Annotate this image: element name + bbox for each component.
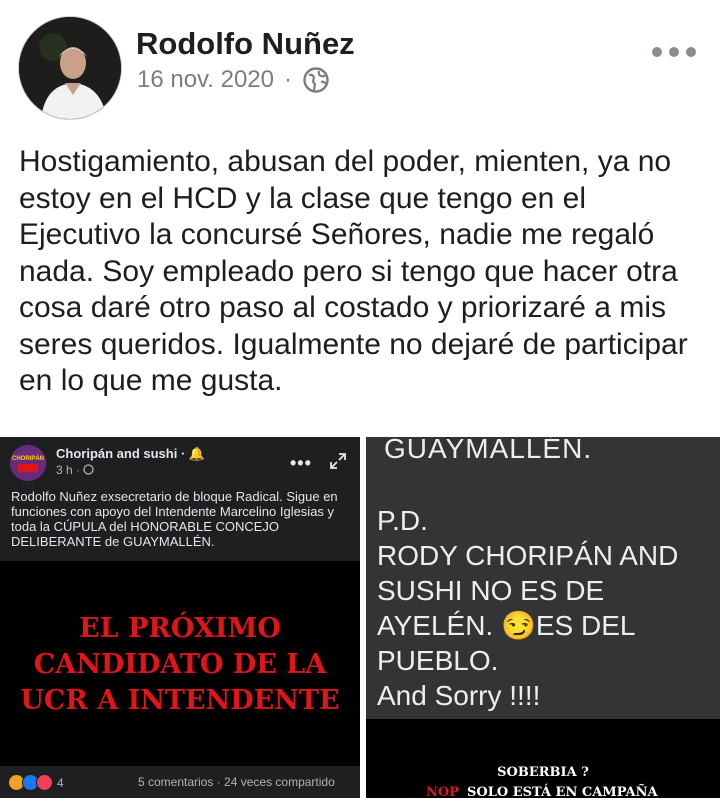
inner-graphic: EL PRÓXIMO CANDIDATO DE LA UCR A INTENDE… bbox=[0, 561, 360, 766]
avatar[interactable] bbox=[18, 16, 122, 120]
headline-line: UCR A INTENDENTE bbox=[20, 685, 340, 716]
author-name[interactable]: Rodolfo Nuñez bbox=[136, 26, 355, 62]
shared-caption: Rodolfo Nuñez exsecretario de bloque Rad… bbox=[11, 489, 338, 549]
bottom-line-2-text: SOLO ESTÁ EN CAMPAÑA bbox=[466, 785, 658, 798]
page-time: 3 h · bbox=[56, 463, 95, 477]
right-body-text: P.D. RODY CHORIPÁN AND SUSHI NO ES DE AY… bbox=[377, 505, 679, 711]
headline-line: EL PRÓXIMO bbox=[79, 613, 281, 644]
page-logo-icon: CHORIPÁN bbox=[10, 445, 46, 481]
post-text: Hostigamiento, abusan del poder, mienten… bbox=[19, 145, 688, 397]
post-date[interactable]: 16 nov. 2020 bbox=[137, 66, 274, 94]
headline: EL PRÓXIMO CANDIDATO DE LA UCR A INTENDE… bbox=[0, 611, 360, 719]
page-name[interactable]: Choripán and sushi · 🔔 bbox=[56, 446, 205, 462]
post-stats[interactable]: 5 comentarios · 24 veces compartido bbox=[138, 775, 335, 789]
right-bottom-graphic: SOBERBIA ? NOP SOLO ESTÁ EN CAMPAÑA bbox=[366, 719, 720, 798]
avatar-photo bbox=[19, 17, 121, 119]
expand-icon[interactable] bbox=[328, 451, 348, 471]
reaction-count: 4 bbox=[57, 775, 64, 790]
reactions[interactable]: 4 bbox=[8, 774, 64, 791]
page-logo: CHORIPÁN bbox=[10, 445, 46, 481]
bottom-line-1: SOBERBIA ? bbox=[497, 765, 589, 780]
dot-icon bbox=[669, 47, 679, 57]
bottom-line-2: NOP SOLO ESTÁ EN CAMPAÑA bbox=[426, 785, 658, 798]
page-time-text: 3 h · bbox=[56, 463, 84, 477]
page-more-icon[interactable]: ••• bbox=[290, 453, 312, 474]
globe-icon bbox=[303, 67, 329, 93]
post-meta: 16 nov. 2020 · bbox=[137, 66, 330, 94]
logo-text: CHORIPÁN bbox=[12, 455, 44, 462]
love-reaction-icon bbox=[36, 774, 53, 791]
shared-post-image-left[interactable]: CHORIPÁN Choripán and sushi · 🔔 3 h · ••… bbox=[0, 437, 360, 798]
headline-line: CANDIDATO DE LA bbox=[33, 649, 327, 680]
shared-post-image-right[interactable]: GUAYMALLÉN. P.D. RODY CHORIPÁN AND SUSHI… bbox=[366, 437, 720, 798]
dot-icon bbox=[686, 47, 696, 57]
meta-separator: · bbox=[284, 66, 293, 93]
dot-icon bbox=[652, 47, 662, 57]
bottom-line-2-red: NOP bbox=[426, 785, 459, 798]
right-top-text: GUAYMALLÉN. bbox=[384, 437, 593, 464]
globe-icon bbox=[83, 464, 95, 475]
post-header: Rodolfo Nuñez 16 nov. 2020 · bbox=[0, 0, 720, 130]
more-options-button[interactable] bbox=[652, 40, 702, 64]
